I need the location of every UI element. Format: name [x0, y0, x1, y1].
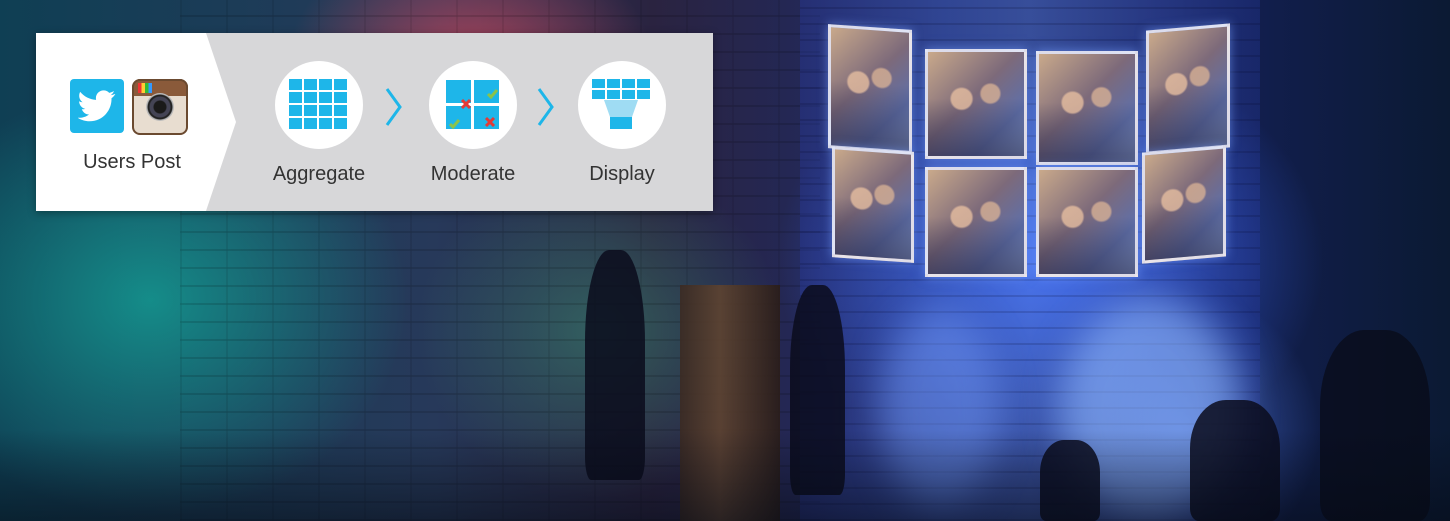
step-moderate: Moderate	[418, 61, 528, 186]
step-aggregate: Aggregate	[264, 61, 374, 186]
social-icons	[70, 79, 188, 135]
wall-photo	[1146, 23, 1230, 155]
wall-photo	[925, 49, 1027, 159]
instagram-icon	[132, 79, 188, 135]
grid-icon	[275, 61, 363, 149]
twitter-icon	[70, 79, 124, 133]
wall-photo	[1142, 145, 1226, 264]
floor-shadow	[0, 430, 1450, 521]
step-label-aggregate: Aggregate	[272, 163, 366, 185]
wall-photo	[925, 167, 1027, 277]
wall-photo	[1036, 51, 1138, 165]
wall-photo	[828, 24, 912, 154]
workflow-overlay: Users Post Aggregate Moderate Display	[36, 33, 713, 211]
users-post-label: Users Post	[83, 151, 181, 173]
wall-photo	[1036, 167, 1138, 277]
step-label-moderate: Moderate	[430, 163, 516, 185]
source-section: Users Post	[36, 33, 236, 211]
chevron-right-icon	[384, 87, 404, 132]
moderation-grid-icon	[429, 61, 517, 149]
social-photo-wall	[828, 23, 1230, 277]
step-display: Display	[567, 61, 677, 186]
chevron-right-icon	[536, 87, 556, 132]
display-wall-icon	[578, 61, 666, 149]
step-label-display: Display	[589, 163, 655, 185]
wall-photo	[832, 146, 914, 263]
